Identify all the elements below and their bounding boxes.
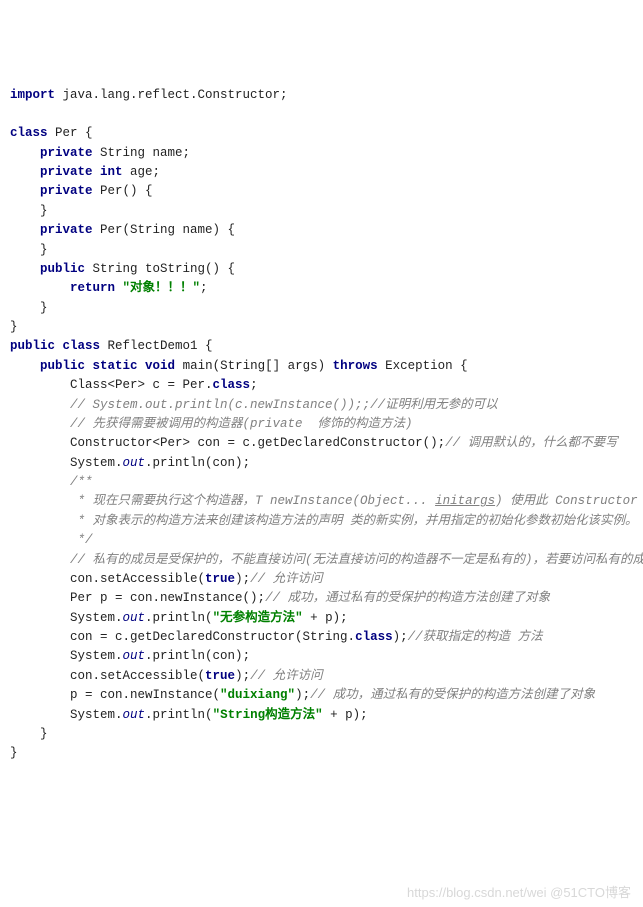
stmt: + p);: [303, 611, 348, 625]
stmt: .println(con);: [145, 649, 250, 663]
semi: ;: [200, 281, 208, 295]
stmt: System.: [70, 456, 123, 470]
stmt: con.setAccessible(: [70, 669, 205, 683]
keyword-private: private: [40, 165, 93, 179]
stmt: );: [235, 669, 250, 683]
comment: // System.out.println(c.newInstance());;…: [70, 398, 498, 412]
exc: Exception {: [378, 359, 468, 373]
brace: }: [10, 301, 48, 315]
keyword-class: class: [355, 630, 393, 644]
comment: ) 使用此 Constructor: [495, 494, 638, 508]
string-literal: "无参构造方法": [213, 611, 303, 625]
string-literal: "String构造方法": [213, 708, 323, 722]
field-out: out: [123, 649, 146, 663]
comment: //获取指定的构造 方法: [408, 630, 543, 644]
string-literal: "对象！！！": [123, 281, 201, 295]
ctor-sig: Per(String name) {: [93, 223, 236, 237]
brace: }: [10, 727, 48, 741]
stmt: .println(: [145, 708, 213, 722]
field-out: out: [123, 611, 146, 625]
type: String: [93, 146, 153, 160]
field-out: out: [123, 456, 146, 470]
class-decl: ReflectDemo1 {: [100, 339, 213, 353]
import-path: java.lang.reflect.Constructor;: [55, 88, 288, 102]
keyword-class: class: [213, 378, 251, 392]
keyword-static: static: [85, 359, 138, 373]
keyword-public: public: [40, 359, 85, 373]
brace: }: [10, 204, 48, 218]
brace: }: [10, 320, 18, 334]
stmt: p = con.newInstance(: [70, 688, 220, 702]
type: String: [85, 262, 145, 276]
comment: // 调用默认的，什么都不要写: [445, 436, 618, 450]
comment: */: [70, 533, 93, 547]
stmt: Class<Per> c = Per.: [70, 378, 213, 392]
keyword-import: import: [10, 88, 55, 102]
comment: * 对象表示的构造方法来创建该构造方法的声明 类的新实例，并用指定的初始化参数初…: [70, 514, 638, 528]
stmt: );: [393, 630, 408, 644]
keyword-void: void: [138, 359, 176, 373]
keyword-class: class: [55, 339, 100, 353]
stmt: System.: [70, 611, 123, 625]
keyword-return: return: [70, 281, 123, 295]
watermark: https://blog.csdn.net/wei @51CTO博客: [407, 883, 631, 903]
comment: * 现在只需要执行这个构造器，T newInstance(Object...: [70, 494, 435, 508]
keyword-private: private: [40, 223, 93, 237]
field-name: name;: [153, 146, 191, 160]
comment: // 成功，通过私有的受保护的构造方法创建了对象: [310, 688, 595, 702]
comment-underline: initargs: [435, 494, 495, 508]
stmt: Per p = con.newInstance();: [70, 591, 265, 605]
string-literal: "duixiang": [220, 688, 295, 702]
stmt: );: [295, 688, 310, 702]
stmt: con.setAccessible(: [70, 572, 205, 586]
comment: // 私有的成员是受保护的，不能直接访问(无法直接访问的构造器不一定是私有的)，…: [70, 553, 643, 567]
code-block: import java.lang.reflect.Constructor; cl…: [10, 86, 633, 764]
keyword-public: public: [10, 339, 55, 353]
keyword-public: public: [40, 262, 85, 276]
stmt: con = c.getDeclaredConstructor(String.: [70, 630, 355, 644]
method-sig: toString() {: [145, 262, 235, 276]
field-out: out: [123, 708, 146, 722]
keyword-throws: throws: [333, 359, 378, 373]
stmt: );: [235, 572, 250, 586]
stmt: .println(: [145, 611, 213, 625]
stmt: + p);: [323, 708, 368, 722]
stmt: Constructor<Per> con = c.getDeclaredCons…: [70, 436, 445, 450]
comment: // 允许访问: [250, 669, 323, 683]
class-decl: Per {: [48, 126, 93, 140]
keyword-class: class: [10, 126, 48, 140]
ctor-sig: Per() {: [93, 184, 153, 198]
comment: // 允许访问: [250, 572, 323, 586]
keyword-true: true: [205, 572, 235, 586]
brace: }: [10, 746, 18, 760]
keyword-private: private: [40, 184, 93, 198]
keyword-true: true: [205, 669, 235, 683]
brace: }: [10, 243, 48, 257]
stmt: System.: [70, 649, 123, 663]
keyword-private: private: [40, 146, 93, 160]
comment: /**: [70, 475, 93, 489]
comment: // 先获得需要被调用的构造器(private 修饰的构造方法): [70, 417, 413, 431]
semi: ;: [250, 378, 258, 392]
comment: // 成功，通过私有的受保护的构造方法创建了对象: [265, 591, 550, 605]
stmt: .println(con);: [145, 456, 250, 470]
type: int: [93, 165, 131, 179]
stmt: System.: [70, 708, 123, 722]
method-sig: main(String[] args): [175, 359, 333, 373]
field-name: age;: [130, 165, 160, 179]
